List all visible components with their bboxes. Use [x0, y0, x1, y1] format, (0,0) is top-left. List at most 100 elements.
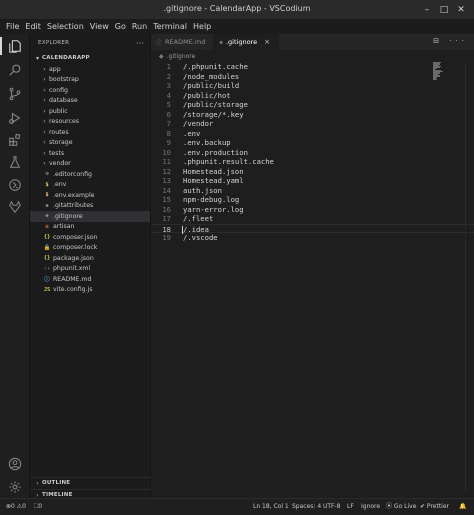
- folder-vendor[interactable]: › vendor: [30, 159, 150, 170]
- folder-label: tests: [49, 149, 65, 157]
- menu-edit[interactable]: Edit: [25, 20, 41, 34]
- breadcrumb[interactable]: ◆ .gitignore: [151, 50, 474, 62]
- code-line[interactable]: 6/storage/*.key: [151, 110, 474, 120]
- account-icon[interactable]: [5, 454, 25, 474]
- code-line[interactable]: 12 Homestead.json: [151, 167, 474, 177]
- file-item[interactable]: ≡ artisan: [30, 222, 150, 233]
- explorer-icon[interactable]: [5, 36, 25, 56]
- file-item[interactable]: 🔒 composer.lock: [30, 243, 150, 254]
- file-label: README.md: [53, 275, 92, 283]
- code-line[interactable]: 2/node_modules: [151, 72, 474, 82]
- minimize-button[interactable]: –: [420, 3, 434, 17]
- code-line[interactable]: 9 .env.backup: [151, 138, 474, 148]
- folder-routes[interactable]: › routes: [30, 127, 150, 138]
- notifications-bell-icon[interactable]: 🔔: [459, 499, 466, 515]
- folder-storage[interactable]: › storage: [30, 138, 150, 149]
- file-type-icon: $: [45, 192, 49, 199]
- gitlab-icon[interactable]: [5, 197, 25, 217]
- language-mode[interactable]: Ignore: [361, 499, 380, 515]
- file-item[interactable]: ◆ .gitattributes: [30, 201, 150, 212]
- folder-tests[interactable]: › tests: [30, 148, 150, 159]
- code-line[interactable]: 16 yarn-error.log: [151, 205, 474, 215]
- encoding[interactable]: UTF-8: [323, 499, 341, 515]
- outline-section-header[interactable]: › OUTLINE: [30, 477, 151, 488]
- source-control-icon[interactable]: [5, 84, 25, 104]
- extensions-icon[interactable]: [5, 130, 25, 150]
- menu-help[interactable]: Help: [193, 20, 211, 34]
- editor-scrollbar[interactable]: [465, 62, 466, 492]
- menu-go[interactable]: Go: [115, 20, 126, 34]
- code-line[interactable]: 13 Homestead.yaml: [151, 176, 474, 186]
- indentation[interactable]: Spaces: 4: [292, 499, 321, 515]
- settings-gear-icon[interactable]: [5, 477, 25, 497]
- go-live-button[interactable]: ⦿ Go Live: [386, 499, 416, 515]
- close-tab-icon[interactable]: ×: [264, 38, 270, 46]
- search-icon[interactable]: [5, 60, 25, 80]
- file-item[interactable]: JS vite.config.js: [30, 285, 150, 296]
- testing-icon[interactable]: [5, 152, 25, 172]
- chevron-right-icon: ›: [43, 86, 46, 94]
- code-line[interactable]: 1 /.phpunit.cache: [151, 62, 474, 72]
- code-line[interactable]: 7/vendor: [151, 119, 474, 129]
- explorer-more-actions-button[interactable]: ···: [136, 39, 144, 48]
- tab-gitignore[interactable]: ◆ .gitignore ×: [214, 34, 279, 50]
- code-line[interactable]: 15 npm-debug.log: [151, 195, 474, 205]
- folder-label: vendor: [49, 160, 71, 168]
- ports-indicator[interactable]: ⛶0: [34, 499, 42, 515]
- file-item[interactable]: ⓘ README.md: [30, 274, 150, 285]
- maximize-button[interactable]: □: [437, 3, 451, 17]
- code-line[interactable]: 4/public/hot: [151, 91, 474, 101]
- file-label: composer.lock: [53, 244, 98, 252]
- file-type-icon: {}: [43, 234, 51, 241]
- menu-view[interactable]: View: [90, 20, 109, 34]
- file-item[interactable]: {} package.json: [30, 253, 150, 264]
- file-item[interactable]: {} composer.json: [30, 232, 150, 243]
- tab-bar: ⓘ README.md ◆ .gitignore × ⊟ ···: [151, 34, 474, 50]
- code-line[interactable]: 17 /.fleet: [151, 214, 474, 224]
- code-line[interactable]: 5/public/storage: [151, 100, 474, 110]
- line-number: 6: [166, 109, 171, 119]
- file-type-icon: {}: [43, 255, 51, 262]
- menu-file[interactable]: File: [6, 20, 19, 34]
- file-label: phpunit.xml: [53, 265, 91, 273]
- file-type-icon: ‹›: [43, 265, 51, 272]
- code-text: /public/hot: [183, 90, 231, 100]
- prettier-status[interactable]: ✔ Prettier: [420, 499, 449, 515]
- folder-public[interactable]: › public: [30, 106, 150, 117]
- menu-run[interactable]: Run: [132, 20, 147, 34]
- folder-bootstrap[interactable]: › bootstrap: [30, 75, 150, 86]
- menu-terminal[interactable]: Terminal: [153, 20, 187, 34]
- code-line[interactable]: 10 .env.production: [151, 148, 474, 158]
- code-line[interactable]: 11 .phpunit.result.cache: [151, 157, 474, 167]
- folder-app[interactable]: › app: [30, 64, 150, 75]
- minimap[interactable]: [433, 62, 443, 80]
- file-item[interactable]: ◆ .gitignore: [30, 211, 150, 222]
- editor-actions[interactable]: ⊟ ···: [433, 37, 468, 45]
- run-debug-icon[interactable]: [5, 108, 25, 128]
- line-number: 13: [162, 176, 171, 185]
- menu-selection[interactable]: Selection: [47, 20, 84, 34]
- code-line[interactable]: 8 .env: [151, 129, 474, 139]
- code-editor[interactable]: 1/.phpunit.cache 2/node_modules 3/public/b…: [151, 62, 474, 243]
- broadcast-icon: ⦿: [386, 503, 394, 510]
- tab-readme[interactable]: ⓘ README.md: [151, 34, 215, 50]
- code-line[interactable]: 18/.idea: [151, 223, 474, 234]
- remote-icon[interactable]: [5, 175, 25, 195]
- code-line[interactable]: 19 /.vscode: [151, 233, 474, 243]
- file-item[interactable]: ‹› phpunit.xml: [30, 264, 150, 275]
- folder-database[interactable]: › database: [30, 96, 150, 107]
- folder-config[interactable]: › config: [30, 85, 150, 96]
- problems-indicator[interactable]: ⊗0 ⚠0: [6, 499, 26, 515]
- file-item[interactable]: ⚙ .editorconfig: [30, 169, 150, 180]
- cursor-position[interactable]: Ln 18, Col 1: [253, 499, 289, 515]
- file-item[interactable]: $ .env.example: [30, 190, 150, 201]
- chevron-right-icon: ›: [43, 97, 46, 105]
- code-text: /.phpunit.cache: [183, 62, 248, 71]
- code-line[interactable]: 3/public/build: [151, 81, 474, 91]
- code-line[interactable]: 14 auth.json: [151, 186, 474, 196]
- folder-resources[interactable]: › resources: [30, 117, 150, 128]
- file-item[interactable]: $ .env: [30, 180, 150, 191]
- project-folder-header[interactable]: ▾ CALENDARAPP: [30, 52, 150, 64]
- end-of-line[interactable]: LF: [347, 499, 354, 515]
- close-window-button[interactable]: ✕: [454, 3, 468, 17]
